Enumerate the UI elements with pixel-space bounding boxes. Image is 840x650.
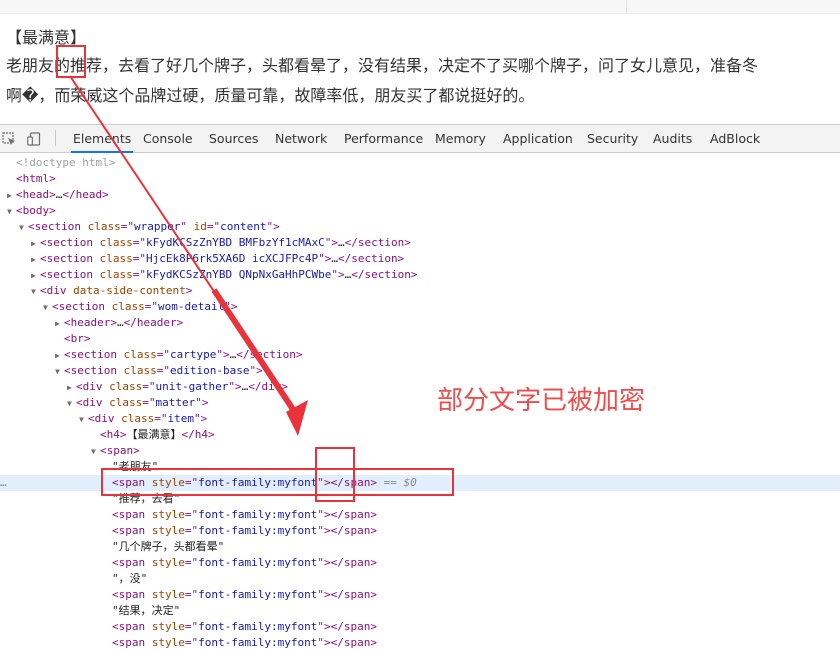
inspect-element-icon[interactable] bbox=[2, 131, 16, 145]
devtools-tabbar: Elements Console Sources Network Performance… bbox=[0, 125, 840, 153]
dom-node[interactable]: <br> bbox=[0, 331, 840, 347]
expand-toggle-icon[interactable]: ▶ bbox=[67, 380, 76, 396]
expand-toggle-icon[interactable]: ▼ bbox=[19, 220, 28, 236]
dom-node[interactable]: ▼ <div data-side-content> bbox=[0, 283, 840, 299]
encrypted-span-highlight bbox=[101, 468, 454, 496]
dom-node[interactable]: ▶ <section class="kFydKCSzZnYBD QNpNxGaHh… bbox=[0, 267, 840, 283]
dom-node[interactable]: <!doctype html> bbox=[0, 155, 840, 171]
tab-application[interactable]: Application bbox=[503, 125, 573, 152]
expand-toggle-icon[interactable]: ▼ bbox=[31, 284, 40, 300]
expand-toggle-icon[interactable]: ▼ bbox=[43, 300, 52, 316]
dom-node[interactable]: <span style="font-family:myfont"></span> bbox=[0, 619, 840, 635]
annotation-encrypted-text: 部分文字已被加密 bbox=[437, 386, 646, 416]
dom-node[interactable]: ▶ <div class="unit-gather">…</div> bbox=[0, 379, 840, 395]
encrypted-glyph-highlight bbox=[315, 447, 355, 502]
dom-node[interactable]: "几个牌子，头都看晕" bbox=[0, 539, 840, 555]
expand-toggle-icon[interactable]: ▶ bbox=[55, 316, 64, 332]
dom-node[interactable]: ▶ <head>…</head> bbox=[0, 187, 840, 203]
dom-node[interactable]: "结果，决定" bbox=[0, 603, 840, 619]
page-top-strip bbox=[0, 0, 840, 14]
tab-console[interactable]: Console bbox=[143, 125, 193, 152]
tab-network[interactable]: Network bbox=[275, 125, 327, 152]
expand-toggle-icon[interactable]: ▼ bbox=[79, 412, 88, 428]
dom-node[interactable]: <span style="font-family:myfont"></span> bbox=[0, 507, 840, 523]
dom-node[interactable]: ▼ <section class="wom-detail"> bbox=[0, 299, 840, 315]
dom-node[interactable]: <html> bbox=[0, 171, 840, 187]
tab-performance[interactable]: Performance bbox=[344, 125, 423, 152]
device-toolbar-icon[interactable] bbox=[27, 131, 41, 146]
expand-toggle-icon[interactable]: ▶ bbox=[31, 268, 40, 284]
expand-toggle-icon[interactable]: ▶ bbox=[31, 236, 40, 252]
tab-adblock[interactable]: AdBlock bbox=[710, 125, 760, 152]
tab-memory[interactable]: Memory bbox=[435, 125, 486, 152]
review-text-line-1: 老朋友的推荐，去看了好几个牌子，头都看晕了，没有结果，决定不了买哪个牌子，问了女… bbox=[6, 56, 759, 75]
dom-node[interactable]: ▼ <section class="wrapper" id="content"> bbox=[0, 219, 840, 235]
dom-node[interactable]: "，没" bbox=[0, 571, 840, 587]
dom-node[interactable]: ▼ <section class="edition-base"> bbox=[0, 363, 840, 379]
dom-node[interactable]: ▶ <section class="HjcEk8P6rk5XA6D icXCJFP… bbox=[0, 251, 840, 267]
dom-node[interactable]: ▶ <section class="kFydKCSzZnYBD BMFbzYf1c… bbox=[0, 235, 840, 251]
page-content: 【最满意】 老朋友的推荐，去看了好几个牌子，头都看晕了，没有结果，决定不了买哪个… bbox=[0, 0, 840, 124]
expand-toggle-icon[interactable]: ▶ bbox=[55, 348, 64, 364]
dom-node[interactable]: ▼ <body> bbox=[0, 203, 840, 219]
dom-node[interactable]: <h4>【最满意】</h4> bbox=[0, 427, 840, 443]
expand-toggle-icon[interactable]: ▼ bbox=[7, 204, 16, 220]
dom-node[interactable]: ▼ <span> bbox=[0, 443, 840, 459]
expand-toggle-icon[interactable]: ▼ bbox=[67, 396, 76, 412]
expand-toggle-icon[interactable]: ▶ bbox=[7, 188, 16, 204]
dom-node[interactable]: ▼ <div class="matter"> bbox=[0, 395, 840, 411]
tab-elements[interactable]: Elements bbox=[70, 125, 134, 153]
expand-toggle-icon[interactable]: ▼ bbox=[55, 364, 64, 380]
dom-node[interactable]: <span style="font-family:myfont"></span> bbox=[0, 523, 840, 539]
expand-toggle-icon[interactable]: ▼ bbox=[91, 444, 100, 460]
tab-security[interactable]: Security bbox=[587, 125, 638, 152]
dom-node[interactable]: ▶ <header>…</header> bbox=[0, 315, 840, 331]
dom-node[interactable]: <span style="font-family:myfont"></span> bbox=[0, 635, 840, 650]
tab-audits[interactable]: Audits bbox=[653, 125, 692, 152]
dom-node[interactable]: <span style="font-family:myfont"></span> bbox=[0, 555, 840, 571]
elements-dom-tree[interactable]: <!doctype html> <html> ▶ <head>…</head> ▼ <bo… bbox=[0, 153, 840, 650]
dom-node[interactable]: ▼ <div class="item"> bbox=[0, 411, 840, 427]
dom-node[interactable]: ▶ <section class="cartype">…</section> bbox=[0, 347, 840, 363]
dom-node[interactable]: <span style="font-family:myfont"></span> bbox=[0, 587, 840, 603]
tab-sources[interactable]: Sources bbox=[209, 125, 258, 152]
review-text-line-2: 啊�，而荣威这个品牌过硬，质量可靠，故障率低，朋友买了都说挺好的。 bbox=[6, 86, 535, 105]
encrypted-char-highlight bbox=[56, 45, 86, 78]
expand-toggle-icon[interactable]: ▶ bbox=[31, 252, 40, 268]
devtools-panel: Elements Console Sources Network Performance… bbox=[0, 124, 840, 650]
